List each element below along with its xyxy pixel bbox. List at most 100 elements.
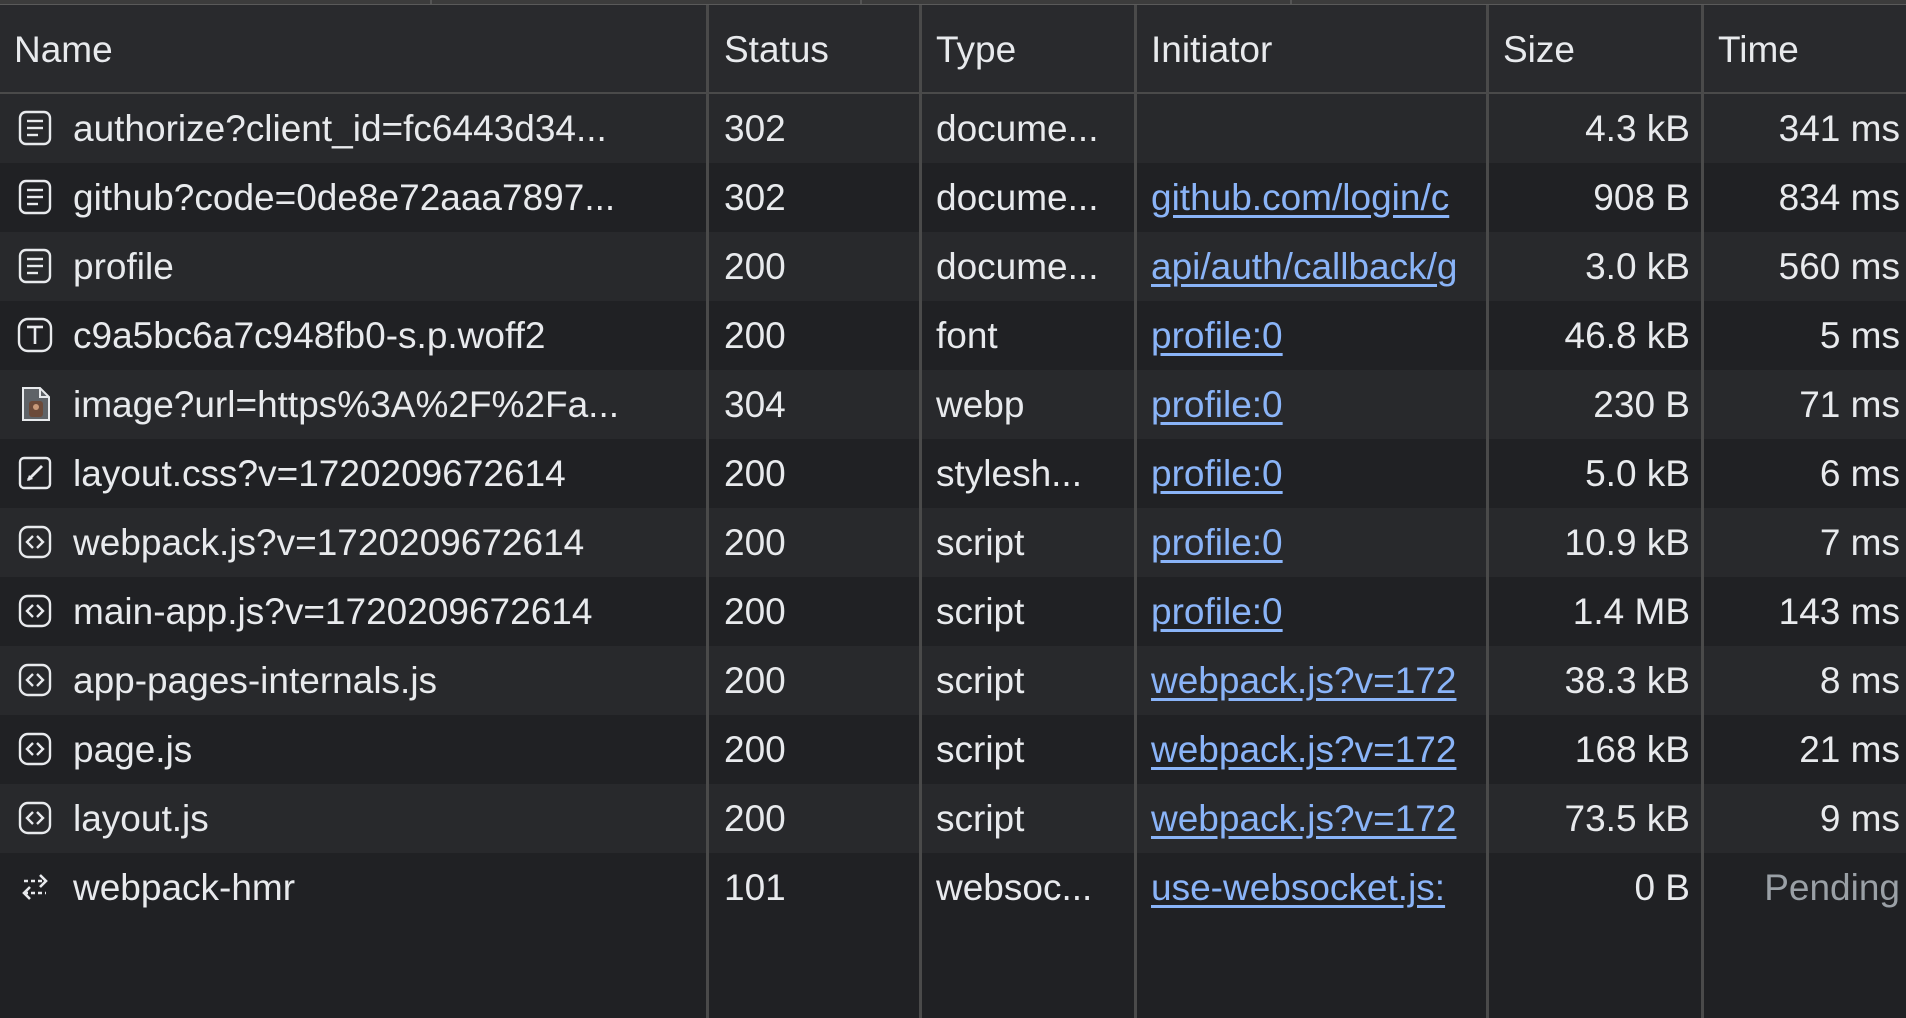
- request-size: 10.9 kB: [1564, 522, 1690, 563]
- table-row[interactable]: main-app.js?v=1720209672614 200 script prof…: [0, 577, 1906, 646]
- request-status: 200: [724, 798, 786, 839]
- request-initiator-link[interactable]: api/auth/callback/g: [1151, 232, 1485, 301]
- request-status: 302: [724, 177, 786, 218]
- request-type: script: [936, 798, 1025, 839]
- request-name[interactable]: main-app.js?v=1720209672614: [73, 577, 697, 646]
- request-name[interactable]: profile: [73, 232, 697, 301]
- column-divider[interactable]: [1486, 5, 1489, 1018]
- request-size: 230 B: [1593, 384, 1690, 425]
- request-status: 304: [724, 384, 786, 425]
- request-initiator-link[interactable]: profile:0: [1151, 301, 1485, 370]
- request-initiator-link[interactable]: webpack.js?v=172: [1151, 646, 1485, 715]
- request-initiator-link[interactable]: profile:0: [1151, 577, 1485, 646]
- request-status: 200: [724, 453, 786, 494]
- request-type: script: [936, 729, 1025, 770]
- column-header-name[interactable]: Name: [14, 5, 574, 94]
- document-icon: [16, 109, 54, 147]
- request-initiator-link[interactable]: profile:0: [1151, 370, 1485, 439]
- request-name[interactable]: webpack.js?v=1720209672614: [73, 508, 697, 577]
- request-status: 200: [724, 315, 786, 356]
- script-icon: [16, 592, 54, 630]
- table-row[interactable]: app-pages-internals.js 200 script webpack.j…: [0, 646, 1906, 715]
- table-row[interactable]: webpack.js?v=1720209672614 200 script profi…: [0, 508, 1906, 577]
- network-panel: Name Status Type Initiator Size Time aut…: [0, 0, 1906, 1018]
- request-time: 143 ms: [1778, 591, 1900, 632]
- request-time: 6 ms: [1819, 453, 1900, 494]
- request-status: 101: [724, 867, 786, 908]
- request-name[interactable]: c9a5bc6a7c948fb0-s.p.woff2: [73, 301, 697, 370]
- column-divider[interactable]: [1134, 5, 1137, 1018]
- request-name[interactable]: github?code=0de8e72aaa7897...: [73, 163, 697, 232]
- column-header-type[interactable]: Type: [936, 5, 1136, 94]
- request-time: 8 ms: [1819, 660, 1900, 701]
- column-divider[interactable]: [919, 5, 922, 1018]
- request-size: 168 kB: [1574, 729, 1690, 770]
- request-name[interactable]: app-pages-internals.js: [73, 646, 697, 715]
- column-divider[interactable]: [706, 5, 709, 1018]
- request-name[interactable]: image?url=https%3A%2F%2Fa...: [73, 370, 697, 439]
- request-size: 73.5 kB: [1564, 798, 1690, 839]
- request-name[interactable]: authorize?client_id=fc6443d34...: [73, 94, 697, 163]
- request-initiator-link[interactable]: use-websocket.js:: [1151, 853, 1485, 922]
- table-row[interactable]: layout.css?v=1720209672614 200 stylesh... p…: [0, 439, 1906, 508]
- request-initiator-link[interactable]: profile:0: [1151, 439, 1485, 508]
- table-row[interactable]: authorize?client_id=fc6443d34... 302 docum…: [0, 94, 1906, 163]
- table-row[interactable]: layout.js 200 script webpack.js?v=172 73.5 k…: [0, 784, 1906, 853]
- request-status: 200: [724, 729, 786, 770]
- request-time: 834 ms: [1778, 177, 1900, 218]
- request-initiator-link[interactable]: webpack.js?v=172: [1151, 784, 1485, 853]
- request-initiator-link[interactable]: [1151, 94, 1485, 163]
- request-name[interactable]: page.js: [73, 715, 697, 784]
- request-time: 560 ms: [1778, 246, 1900, 287]
- request-size: 908 B: [1593, 177, 1690, 218]
- document-icon: [16, 178, 54, 216]
- table-row[interactable]: webpack-hmr 101 websoc... use-websocket.js:…: [0, 853, 1906, 922]
- request-size: 1.4 MB: [1572, 591, 1690, 632]
- request-size: 0 B: [1634, 867, 1690, 908]
- request-initiator-link[interactable]: webpack.js?v=172: [1151, 715, 1485, 784]
- request-size: 5.0 kB: [1585, 453, 1690, 494]
- request-time: 21 ms: [1799, 729, 1900, 770]
- table-header: Name Status Type Initiator Size Time: [0, 5, 1906, 94]
- request-size: 4.3 kB: [1585, 108, 1690, 149]
- request-type: script: [936, 660, 1025, 701]
- request-type: docume...: [936, 246, 1099, 287]
- column-header-size[interactable]: Size: [1503, 5, 1703, 94]
- websocket-icon: [16, 868, 54, 906]
- request-time: 7 ms: [1819, 522, 1900, 563]
- table-row[interactable]: profile 200 docume... api/auth/callback/g 3.…: [0, 232, 1906, 301]
- table-row[interactable]: page.js 200 script webpack.js?v=172 168 kB 21…: [0, 715, 1906, 784]
- request-type: docume...: [936, 108, 1099, 149]
- table-row[interactable]: image?url=https%3A%2F%2Fa... 304 webp profi…: [0, 370, 1906, 439]
- request-size: 38.3 kB: [1564, 660, 1690, 701]
- request-type: script: [936, 522, 1025, 563]
- request-type: script: [936, 591, 1025, 632]
- column-header-initiator[interactable]: Initiator: [1151, 5, 1481, 94]
- request-name[interactable]: layout.js: [73, 784, 697, 853]
- request-status: 200: [724, 660, 786, 701]
- request-status: 200: [724, 591, 786, 632]
- column-header-status[interactable]: Status: [724, 5, 924, 94]
- request-time: 5 ms: [1819, 315, 1900, 356]
- document-icon: [16, 247, 54, 285]
- request-type: font: [936, 315, 998, 356]
- request-name[interactable]: layout.css?v=1720209672614: [73, 439, 697, 508]
- column-header-time[interactable]: Time: [1718, 5, 1906, 94]
- request-time: Pending: [1764, 867, 1900, 908]
- column-divider[interactable]: [1701, 5, 1704, 1018]
- table-row[interactable]: github?code=0de8e72aaa7897... 302 docume..…: [0, 163, 1906, 232]
- request-type: websoc...: [936, 867, 1093, 908]
- request-name[interactable]: webpack-hmr: [73, 853, 697, 922]
- request-size: 46.8 kB: [1564, 315, 1690, 356]
- table-row[interactable]: c9a5bc6a7c948fb0-s.p.woff2 200 font profile…: [0, 301, 1906, 370]
- request-time: 9 ms: [1819, 798, 1900, 839]
- request-type: docume...: [936, 177, 1099, 218]
- request-size: 3.0 kB: [1585, 246, 1690, 287]
- script-icon: [16, 523, 54, 561]
- request-initiator-link[interactable]: github.com/login/c: [1151, 163, 1485, 232]
- request-status: 302: [724, 108, 786, 149]
- request-status: 200: [724, 246, 786, 287]
- request-initiator-link[interactable]: profile:0: [1151, 508, 1485, 577]
- request-status: 200: [724, 522, 786, 563]
- request-time: 71 ms: [1799, 384, 1900, 425]
